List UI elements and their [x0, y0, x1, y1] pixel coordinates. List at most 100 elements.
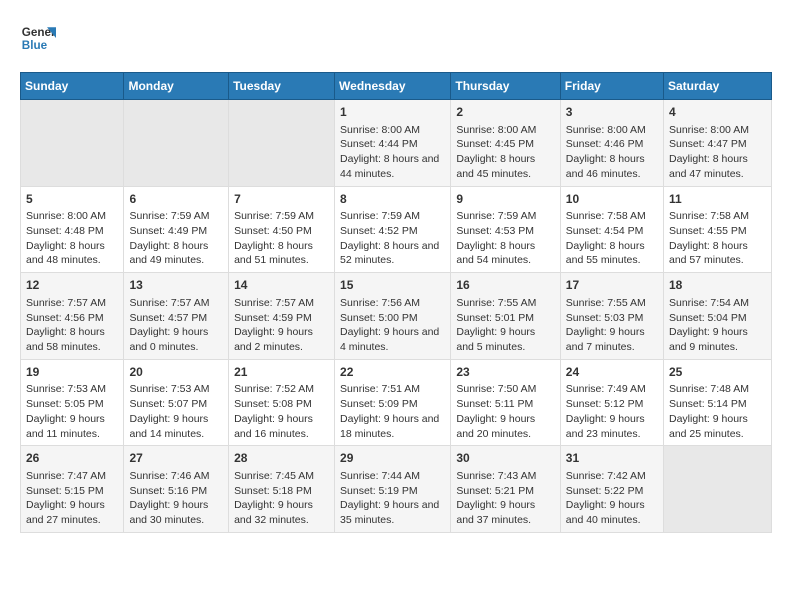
- day-number: 21: [234, 364, 329, 381]
- day-info: Sunrise: 7:49 AMSunset: 5:12 PMDaylight:…: [566, 382, 658, 441]
- day-info: Sunrise: 7:59 AMSunset: 4:50 PMDaylight:…: [234, 209, 329, 268]
- day-number: 22: [340, 364, 445, 381]
- day-number: 31: [566, 450, 658, 467]
- calendar-cell: 24Sunrise: 7:49 AMSunset: 5:12 PMDayligh…: [560, 359, 663, 446]
- calendar-cell: 14 Sunrise: 7:57 AMSunset: 4:59 PMDayligh…: [229, 273, 335, 360]
- calendar-cell: 9Sunrise: 7:59 AMSunset: 4:53 PMDaylight…: [451, 186, 560, 273]
- calendar-cell: 31 Sunrise: 7:42 AMSunset: 5:22 PMDayligh…: [560, 446, 663, 533]
- weekday-header: Thursday: [451, 73, 560, 100]
- calendar-cell: 6Sunrise: 7:59 AMSunset: 4:49 PMDaylight…: [124, 186, 229, 273]
- day-info: Sunrise: 7:59 AMSunset: 4:53 PMDaylight:…: [456, 209, 554, 268]
- day-info: Sunrise: 7:47 AMSunset: 5:15 PMDaylight:…: [26, 469, 118, 528]
- calendar-cell: 16 Sunrise: 7:55 AMSunset: 5:01 PMDayligh…: [451, 273, 560, 360]
- day-number: 3: [566, 104, 658, 121]
- day-info: Sunrise: 8:00 AMSunset: 4:44 PMDaylight:…: [340, 123, 445, 182]
- day-number: 1: [340, 104, 445, 121]
- calendar-body: 1 Sunrise: 8:00 AMSunset: 4:44 PMDaylight…: [21, 100, 772, 533]
- calendar-week-row: 12Sunrise: 7:57 AMSunset: 4:56 PMDayligh…: [21, 273, 772, 360]
- calendar-cell: 26 Sunrise: 7:47 AMSunset: 5:15 PMDayligh…: [21, 446, 124, 533]
- calendar-cell: 3 Sunrise: 8:00 AMSunset: 4:46 PMDaylight…: [560, 100, 663, 187]
- day-info: Sunrise: 8:00 AMSunset: 4:46 PMDaylight:…: [566, 123, 658, 182]
- day-number: 28: [234, 450, 329, 467]
- calendar-cell: 5Sunrise: 8:00 AMSunset: 4:48 PMDaylight…: [21, 186, 124, 273]
- day-info: Sunrise: 7:57 AMSunset: 4:57 PMDaylight:…: [129, 296, 223, 355]
- day-info: Sunrise: 8:00 AMSunset: 4:45 PMDaylight:…: [456, 123, 554, 182]
- day-info: Sunrise: 7:57 AMSunset: 4:59 PMDaylight:…: [234, 296, 329, 355]
- day-info: Sunrise: 7:48 AMSunset: 5:14 PMDaylight:…: [669, 382, 766, 441]
- calendar-cell: 21Sunrise: 7:52 AMSunset: 5:08 PMDayligh…: [229, 359, 335, 446]
- day-number: 16: [456, 277, 554, 294]
- day-number: 25: [669, 364, 766, 381]
- day-number: 17: [566, 277, 658, 294]
- calendar-cell: 10Sunrise: 7:58 AMSunset: 4:54 PMDayligh…: [560, 186, 663, 273]
- calendar-cell: 13 Sunrise: 7:57 AMSunset: 4:57 PMDayligh…: [124, 273, 229, 360]
- calendar-table: SundayMondayTuesdayWednesdayThursdayFrid…: [20, 72, 772, 533]
- calendar-cell: 12Sunrise: 7:57 AMSunset: 4:56 PMDayligh…: [21, 273, 124, 360]
- calendar-cell: 4 Sunrise: 8:00 AMSunset: 4:47 PMDaylight…: [664, 100, 772, 187]
- day-number: 13: [129, 277, 223, 294]
- day-info: Sunrise: 7:55 AMSunset: 5:03 PMDaylight:…: [566, 296, 658, 355]
- weekday-header: Tuesday: [229, 73, 335, 100]
- calendar-cell: 8Sunrise: 7:59 AMSunset: 4:52 PMDaylight…: [335, 186, 451, 273]
- calendar-cell: 22Sunrise: 7:51 AMSunset: 5:09 PMDayligh…: [335, 359, 451, 446]
- day-number: 10: [566, 191, 658, 208]
- calendar-cell: 7Sunrise: 7:59 AMSunset: 4:50 PMDaylight…: [229, 186, 335, 273]
- weekday-header: Saturday: [664, 73, 772, 100]
- calendar-cell: 27 Sunrise: 7:46 AMSunset: 5:16 PMDayligh…: [124, 446, 229, 533]
- calendar-week-row: 26 Sunrise: 7:47 AMSunset: 5:15 PMDayligh…: [21, 446, 772, 533]
- weekday-header: Sunday: [21, 73, 124, 100]
- calendar-week-row: 1 Sunrise: 8:00 AMSunset: 4:44 PMDaylight…: [21, 100, 772, 187]
- calendar-cell: 28 Sunrise: 7:45 AMSunset: 5:18 PMDayligh…: [229, 446, 335, 533]
- weekday-header: Monday: [124, 73, 229, 100]
- calendar-cell: 1 Sunrise: 8:00 AMSunset: 4:44 PMDaylight…: [335, 100, 451, 187]
- day-info: Sunrise: 7:52 AMSunset: 5:08 PMDaylight:…: [234, 382, 329, 441]
- weekday-header: Wednesday: [335, 73, 451, 100]
- day-info: Sunrise: 7:51 AMSunset: 5:09 PMDaylight:…: [340, 382, 445, 441]
- day-info: Sunrise: 7:57 AMSunset: 4:56 PMDaylight:…: [26, 296, 118, 355]
- day-number: 14: [234, 277, 329, 294]
- weekday-header: Friday: [560, 73, 663, 100]
- day-number: 5: [26, 191, 118, 208]
- calendar-cell: 30 Sunrise: 7:43 AMSunset: 5:21 PMDayligh…: [451, 446, 560, 533]
- day-info: Sunrise: 7:53 AMSunset: 5:05 PMDaylight:…: [26, 382, 118, 441]
- day-number: 15: [340, 277, 445, 294]
- calendar-cell: [124, 100, 229, 187]
- calendar-cell: 17 Sunrise: 7:55 AMSunset: 5:03 PMDayligh…: [560, 273, 663, 360]
- day-info: Sunrise: 7:44 AMSunset: 5:19 PMDaylight:…: [340, 469, 445, 528]
- day-info: Sunrise: 7:56 AMSunset: 5:00 PMDaylight:…: [340, 296, 445, 355]
- calendar-cell: 15 Sunrise: 7:56 AMSunset: 5:00 PMDayligh…: [335, 273, 451, 360]
- day-number: 20: [129, 364, 223, 381]
- calendar-cell: [21, 100, 124, 187]
- header: General Blue: [20, 20, 772, 56]
- day-number: 19: [26, 364, 118, 381]
- day-info: Sunrise: 7:43 AMSunset: 5:21 PMDaylight:…: [456, 469, 554, 528]
- day-info: Sunrise: 8:00 AMSunset: 4:47 PMDaylight:…: [669, 123, 766, 182]
- logo-icon: General Blue: [20, 20, 56, 56]
- day-info: Sunrise: 8:00 AMSunset: 4:48 PMDaylight:…: [26, 209, 118, 268]
- day-number: 30: [456, 450, 554, 467]
- calendar-cell: 20Sunrise: 7:53 AMSunset: 5:07 PMDayligh…: [124, 359, 229, 446]
- calendar-cell: 18 Sunrise: 7:54 AMSunset: 5:04 PMDayligh…: [664, 273, 772, 360]
- day-number: 4: [669, 104, 766, 121]
- day-info: Sunrise: 7:59 AMSunset: 4:52 PMDaylight:…: [340, 209, 445, 268]
- logo: General Blue: [20, 20, 56, 56]
- day-number: 27: [129, 450, 223, 467]
- calendar-cell: [229, 100, 335, 187]
- calendar-cell: 19Sunrise: 7:53 AMSunset: 5:05 PMDayligh…: [21, 359, 124, 446]
- day-info: Sunrise: 7:50 AMSunset: 5:11 PMDaylight:…: [456, 382, 554, 441]
- calendar-week-row: 5Sunrise: 8:00 AMSunset: 4:48 PMDaylight…: [21, 186, 772, 273]
- day-info: Sunrise: 7:54 AMSunset: 5:04 PMDaylight:…: [669, 296, 766, 355]
- day-info: Sunrise: 7:42 AMSunset: 5:22 PMDaylight:…: [566, 469, 658, 528]
- day-info: Sunrise: 7:55 AMSunset: 5:01 PMDaylight:…: [456, 296, 554, 355]
- day-info: Sunrise: 7:53 AMSunset: 5:07 PMDaylight:…: [129, 382, 223, 441]
- day-info: Sunrise: 7:46 AMSunset: 5:16 PMDaylight:…: [129, 469, 223, 528]
- calendar-cell: 29Sunrise: 7:44 AMSunset: 5:19 PMDayligh…: [335, 446, 451, 533]
- calendar-cell: 25Sunrise: 7:48 AMSunset: 5:14 PMDayligh…: [664, 359, 772, 446]
- day-number: 18: [669, 277, 766, 294]
- day-info: Sunrise: 7:58 AMSunset: 4:54 PMDaylight:…: [566, 209, 658, 268]
- header-row: SundayMondayTuesdayWednesdayThursdayFrid…: [21, 73, 772, 100]
- day-info: Sunrise: 7:45 AMSunset: 5:18 PMDaylight:…: [234, 469, 329, 528]
- day-number: 2: [456, 104, 554, 121]
- day-number: 26: [26, 450, 118, 467]
- svg-text:Blue: Blue: [22, 39, 48, 52]
